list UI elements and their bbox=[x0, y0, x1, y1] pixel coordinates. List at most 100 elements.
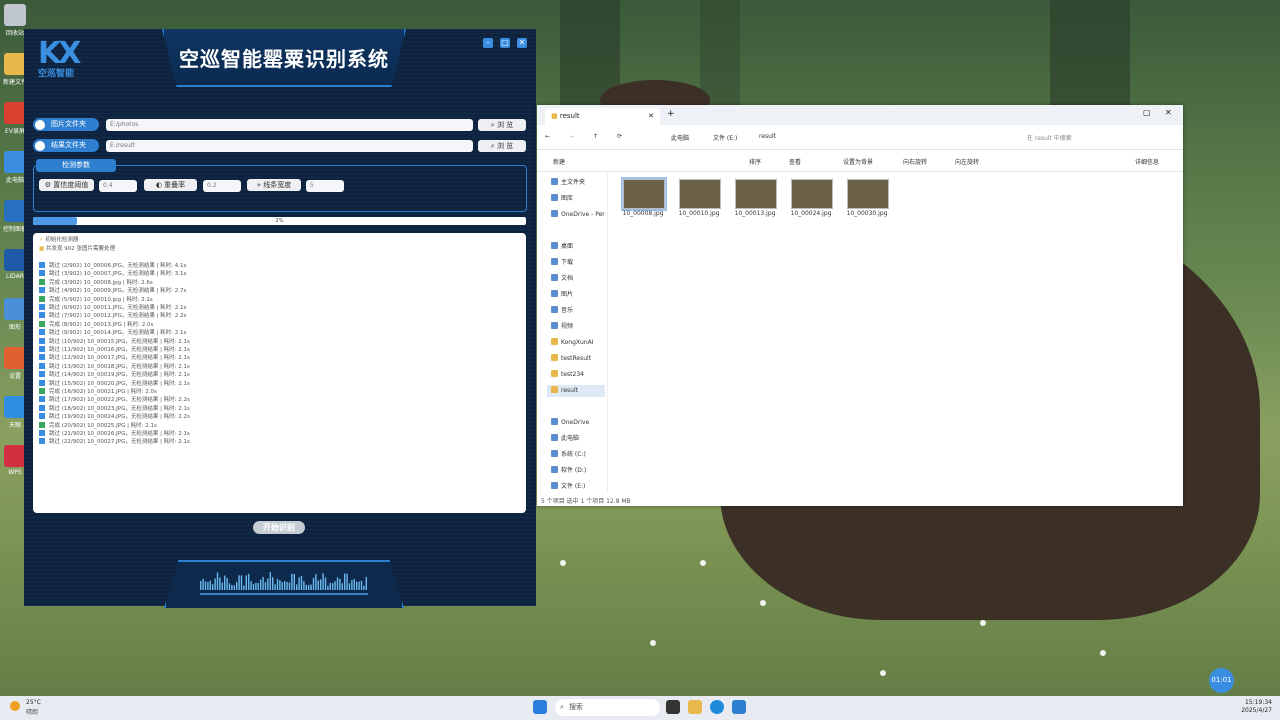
desktop-app-icon[interactable] bbox=[4, 102, 26, 124]
nav-item[interactable]: 软件 (D:) bbox=[551, 466, 586, 476]
nav-item[interactable]: testResult bbox=[551, 354, 591, 364]
nav-item[interactable]: result bbox=[551, 386, 578, 396]
waveform-bar bbox=[252, 583, 255, 590]
desktop-app-icon[interactable] bbox=[4, 151, 26, 173]
nav-item[interactable]: 系统 (C:) bbox=[551, 450, 586, 460]
waveform-bar bbox=[329, 582, 331, 590]
explorer-maximize-button[interactable]: ▢ bbox=[1143, 108, 1151, 117]
explorer-search-input[interactable]: 在 result 中搜索 bbox=[1027, 133, 1072, 142]
desktop-app-icon[interactable] bbox=[4, 200, 26, 222]
image-folder-browse-button[interactable]: ⌕ 浏 览 bbox=[478, 119, 526, 131]
explorer-nav-pane: 主文件夹图库 OneDrive - Per 桌面下载文档图片音乐视频 KongXunA… bbox=[537, 173, 608, 493]
desktop-app-icon[interactable] bbox=[4, 396, 26, 418]
weather-icon[interactable] bbox=[10, 701, 20, 711]
file-name[interactable]: 10_00030.jpg bbox=[842, 210, 892, 217]
command-2[interactable]: 查看 bbox=[789, 157, 801, 166]
file-explorer-icon[interactable] bbox=[688, 700, 702, 714]
desktop-app-icon[interactable] bbox=[4, 249, 26, 271]
skip-icon bbox=[39, 346, 45, 352]
breadcrumb-item[interactable]: result bbox=[759, 133, 776, 140]
file-thumbnail[interactable] bbox=[791, 179, 833, 209]
maximize-button[interactable]: ▢ bbox=[500, 38, 510, 48]
forward-icon[interactable]: → bbox=[569, 133, 574, 140]
command-0[interactable]: 新建 bbox=[553, 157, 565, 166]
nav-item[interactable]: 此电脑 bbox=[551, 434, 579, 444]
command-3[interactable]: 设置为背景 bbox=[843, 157, 873, 166]
explorer-close-button[interactable]: ✕ bbox=[1165, 108, 1172, 117]
done-icon bbox=[39, 421, 45, 428]
nav-item[interactable]: 文件 (E:) bbox=[551, 482, 585, 492]
location-icon bbox=[551, 306, 558, 313]
waveform-bar bbox=[204, 581, 207, 590]
waveform-bar bbox=[236, 582, 238, 590]
edge-browser-icon[interactable] bbox=[710, 700, 724, 714]
waveform-bar bbox=[202, 578, 204, 590]
refresh-icon[interactable]: ⟳ bbox=[617, 133, 622, 140]
nav-item[interactable]: 图库 bbox=[551, 194, 573, 204]
file-name[interactable]: 10_00010.jpg bbox=[674, 210, 724, 217]
file-name[interactable]: 10_00024.jpg bbox=[786, 210, 836, 217]
log-line: 跳过 (6/902) 10_00011.JPG，无检测结果 | 耗时: 2.1s bbox=[39, 304, 186, 312]
desktop-app-icon[interactable] bbox=[4, 4, 26, 26]
breadcrumb-item[interactable]: 此电脑 bbox=[671, 133, 689, 142]
background-flower bbox=[880, 670, 886, 676]
nav-item[interactable]: 音乐 bbox=[551, 306, 573, 316]
nav-item[interactable]: 视频 bbox=[551, 322, 573, 332]
skip-icon bbox=[39, 329, 45, 336]
skip-icon bbox=[39, 362, 45, 369]
new-tab-button[interactable]: + bbox=[667, 109, 675, 119]
nav-item[interactable]: OneDrive - Per bbox=[551, 210, 605, 220]
command-4[interactable]: 向右旋转 bbox=[903, 157, 927, 166]
weather-temp: 25°C bbox=[26, 699, 41, 706]
result-folder-browse-button[interactable]: ⌕ 浏 览 bbox=[478, 140, 526, 152]
desktop-app-icon[interactable] bbox=[4, 445, 26, 467]
minimize-button[interactable]: – bbox=[483, 38, 493, 48]
windows-start-icon[interactable] bbox=[533, 700, 547, 714]
command-1[interactable]: 排序 bbox=[749, 157, 761, 166]
desktop-app-icon[interactable] bbox=[4, 53, 26, 75]
explorer-tab[interactable]: ■ result ✕ bbox=[545, 108, 660, 125]
nav-item[interactable]: test234 bbox=[551, 370, 584, 380]
line-width-input[interactable]: 5 bbox=[306, 180, 344, 192]
taskbar-clock[interactable]: 15:19:34 2025/4/27 bbox=[1241, 699, 1272, 715]
recording-timer[interactable]: 01:01 bbox=[1209, 668, 1234, 693]
nav-item[interactable]: 下载 bbox=[551, 258, 573, 268]
desktop-app-icon[interactable] bbox=[4, 298, 26, 320]
nav-item[interactable]: OneDrive bbox=[551, 418, 589, 428]
file-name[interactable]: 10_00008.jpg bbox=[618, 210, 668, 217]
background-flower bbox=[700, 560, 706, 566]
start-recognition-button[interactable]: 开始识别 bbox=[253, 521, 305, 534]
log-line: 完成 (16/902) 10_00021.JPG | 耗时: 2.0s bbox=[39, 388, 157, 396]
file-thumbnail[interactable] bbox=[679, 179, 721, 209]
file-thumbnail[interactable] bbox=[735, 179, 777, 209]
nav-item[interactable]: 文档 bbox=[551, 274, 573, 284]
breadcrumb-item[interactable]: 文件 (E:) bbox=[713, 133, 737, 142]
image-folder-input[interactable]: E:/photos bbox=[106, 119, 473, 131]
taskbar-search[interactable]: ⌕ 搜索 bbox=[555, 699, 660, 716]
file-thumbnail[interactable] bbox=[847, 179, 889, 209]
waveform-bar bbox=[243, 585, 245, 590]
command-6[interactable]: 详细信息 bbox=[1135, 157, 1159, 166]
command-5[interactable]: 向左旋转 bbox=[955, 157, 979, 166]
close-icon[interactable]: ✕ bbox=[648, 108, 654, 125]
close-button[interactable]: ✕ bbox=[517, 38, 527, 48]
overlap-input[interactable]: 0.2 bbox=[203, 180, 241, 192]
nav-item[interactable]: KongXunAI bbox=[551, 338, 594, 348]
log-panel[interactable]: ✓ 初始化检测器 ■ 共发现 902 张图片需要处理 跳过 (2/902) 10… bbox=[33, 233, 526, 513]
result-folder-input[interactable]: E:/result bbox=[106, 140, 473, 152]
background-flower bbox=[650, 640, 656, 646]
back-icon[interactable]: ← bbox=[545, 133, 550, 140]
nav-item[interactable]: 图片 bbox=[551, 290, 573, 300]
desktop-app-icon[interactable] bbox=[4, 347, 26, 369]
confidence-input[interactable]: 0.4 bbox=[99, 180, 137, 192]
waveform-bar bbox=[281, 582, 283, 590]
nav-item[interactable]: 主文件夹 bbox=[551, 178, 585, 188]
location-icon bbox=[551, 274, 558, 281]
task-view-icon[interactable] bbox=[666, 700, 680, 714]
location-icon bbox=[551, 194, 558, 201]
file-thumbnail[interactable] bbox=[621, 177, 667, 211]
file-name[interactable]: 10_00013.jpg bbox=[730, 210, 780, 217]
up-icon[interactable]: ↑ bbox=[593, 133, 598, 140]
nav-item[interactable]: 桌面 bbox=[551, 242, 573, 252]
kongxun-app-icon[interactable] bbox=[732, 700, 746, 714]
